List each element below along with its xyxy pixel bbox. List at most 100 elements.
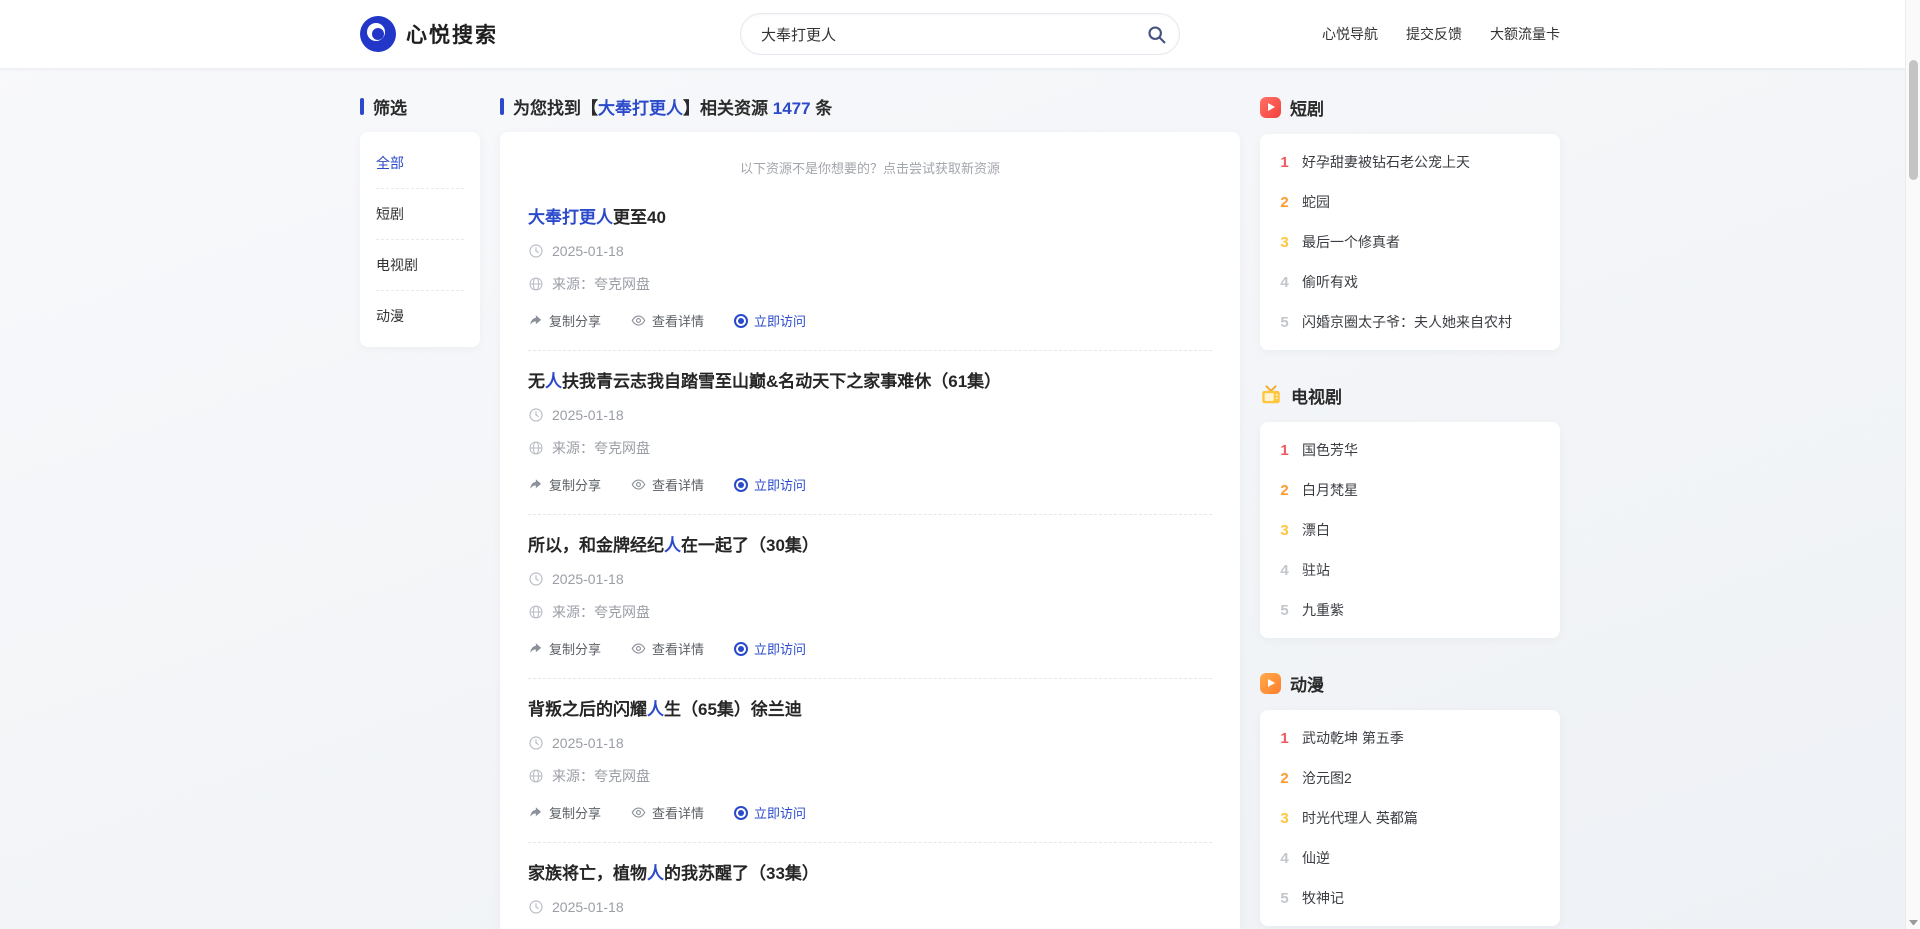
rank-item[interactable]: 1国色芳华 [1278, 430, 1542, 470]
rank-item[interactable]: 1武动乾坤 第五季 [1278, 718, 1542, 758]
result-item: 所以，和金牌经纪人在一起了（30集） 2025-01-18 来源：夸克网盘 复制… [528, 515, 1212, 679]
result-actions: 复制分享 查看详情 立即访问 [528, 311, 1212, 330]
summary-keyword: 大奉打更人 [598, 99, 683, 118]
results-column: 为您找到【大奉打更人】相关资源 1477 条 以下资源不是你想要的？点击尝试获取… [500, 94, 1240, 929]
rank-section-header: 动漫 [1260, 670, 1560, 696]
visit-now-button[interactable]: 立即访问 [734, 311, 806, 330]
result-title[interactable]: 大奉打更人更至40 [528, 203, 1212, 228]
share-icon [528, 641, 543, 656]
rank-item[interactable]: 5牧神记 [1278, 878, 1542, 918]
search-button[interactable] [1139, 17, 1173, 51]
view-detail-button[interactable]: 查看详情 [631, 311, 704, 330]
short-drama-play-icon [1260, 97, 1281, 118]
result-title[interactable]: 家族将亡，植物人的我苏醒了（33集） [528, 859, 1212, 884]
visit-now-button[interactable]: 立即访问 [734, 803, 806, 822]
rank-section-short-drama: 短剧 1好孕甜妻被钻石老公宠上天 2蛇园 3最后一个修真者 4偷听有戏 5闪婚京… [1260, 94, 1560, 350]
share-icon [528, 477, 543, 492]
rank-item[interactable]: 1好孕甜妻被钻石老公宠上天 [1278, 142, 1542, 182]
header: 心悦搜索 心悦导航 提交反馈 大额流量卡 [0, 0, 1920, 68]
title-keyword: 人 [647, 700, 664, 719]
visit-now-button[interactable]: 立即访问 [734, 639, 806, 658]
copy-share-button[interactable]: 复制分享 [528, 803, 601, 822]
search-box [740, 13, 1180, 55]
refresh-notice[interactable]: 以下资源不是你想要的？点击尝试获取新资源 [528, 154, 1212, 187]
filter-item-all[interactable]: 全部 [376, 138, 464, 189]
rank-item[interactable]: 2白月梵星 [1278, 470, 1542, 510]
filter-item-tv-series[interactable]: 电视剧 [376, 240, 464, 291]
visit-target-icon [734, 314, 748, 328]
eye-icon [631, 477, 646, 492]
accent-bar [360, 98, 364, 115]
view-detail-button[interactable]: 查看详情 [631, 639, 704, 658]
rank-item[interactable]: 5闪婚京圈太子爷：夫人她来自农村 [1278, 302, 1542, 342]
share-icon [528, 313, 543, 328]
filter-card: 全部 短剧 电视剧 动漫 [360, 132, 480, 347]
rank-section-header: 电视剧 [1260, 382, 1560, 408]
globe-icon [528, 440, 544, 456]
result-title[interactable]: 无人扶我青云志我自踏雪至山巅&名动天下之家事难休（61集） [528, 367, 1212, 392]
copy-share-button[interactable]: 复制分享 [528, 475, 601, 494]
title-keyword: 人 [545, 372, 562, 391]
search-input[interactable] [761, 26, 1139, 43]
visit-now-button[interactable]: 立即访问 [734, 475, 806, 494]
rank-item[interactable]: 3漂白 [1278, 510, 1542, 550]
brand-logo-icon [360, 16, 396, 52]
rank-item[interactable]: 3时光代理人 英都篇 [1278, 798, 1542, 838]
visit-target-icon [734, 806, 748, 820]
clock-icon [528, 407, 544, 423]
result-source: 来源：夸克网盘 [528, 602, 1212, 622]
view-detail-button[interactable]: 查看详情 [631, 475, 704, 494]
result-source: 来源：夸克网盘 [528, 438, 1212, 458]
rank-item[interactable]: 2蛇园 [1278, 182, 1542, 222]
filter-item-anime[interactable]: 动漫 [376, 291, 464, 341]
clock-icon [528, 243, 544, 259]
accent-bar [500, 98, 504, 115]
filter-column: 筛选 全部 短剧 电视剧 动漫 [360, 94, 480, 347]
eye-icon [631, 313, 646, 328]
rank-section-anime: 动漫 1武动乾坤 第五季 2沧元图2 3时光代理人 英都篇 4仙逆 5牧神记 [1260, 670, 1560, 926]
result-date: 2025-01-18 [528, 407, 1212, 423]
anime-play-icon [1260, 673, 1281, 694]
search-icon [1146, 24, 1167, 45]
view-detail-button[interactable]: 查看详情 [631, 803, 704, 822]
result-title[interactable]: 背叛之后的闪耀人生（65集）徐兰迪 [528, 695, 1212, 720]
rank-section-header: 短剧 [1260, 94, 1560, 120]
result-actions: 复制分享 查看详情 立即访问 [528, 475, 1212, 494]
result-actions: 复制分享 查看详情 立即访问 [528, 803, 1212, 822]
results-card: 以下资源不是你想要的？点击尝试获取新资源 大奉打更人更至40 2025-01-1… [500, 132, 1240, 929]
clock-icon [528, 571, 544, 587]
share-icon [528, 805, 543, 820]
scrollbar[interactable] [1905, 0, 1920, 929]
summary-count: 1477 [773, 99, 811, 118]
result-source: 来源：夸克网盘 [528, 766, 1212, 786]
copy-share-button[interactable]: 复制分享 [528, 639, 601, 658]
result-date: 2025-01-18 [528, 899, 1212, 915]
globe-icon [528, 276, 544, 292]
rank-item[interactable]: 4偷听有戏 [1278, 262, 1542, 302]
rank-item[interactable]: 2沧元图2 [1278, 758, 1542, 798]
globe-icon [528, 604, 544, 620]
filter-title: 筛选 [360, 94, 480, 118]
result-item: 背叛之后的闪耀人生（65集）徐兰迪 2025-01-18 来源：夸克网盘 复制分… [528, 679, 1212, 843]
nav-link-xinyue-nav[interactable]: 心悦导航 [1322, 24, 1378, 44]
copy-share-button[interactable]: 复制分享 [528, 311, 601, 330]
rank-item[interactable]: 5九重紫 [1278, 590, 1542, 630]
title-keyword: 人 [647, 864, 664, 883]
result-item: 无人扶我青云志我自踏雪至山巅&名动天下之家事难休（61集） 2025-01-18… [528, 351, 1212, 515]
rank-item[interactable]: 4驻站 [1278, 550, 1542, 590]
scrollbar-thumb[interactable] [1909, 60, 1918, 180]
filter-item-short-drama[interactable]: 短剧 [376, 189, 464, 240]
title-keyword: 人 [664, 536, 681, 555]
top-nav: 心悦导航 提交反馈 大额流量卡 [1300, 24, 1560, 44]
rank-item[interactable]: 4仙逆 [1278, 838, 1542, 878]
nav-link-feedback[interactable]: 提交反馈 [1406, 24, 1462, 44]
nav-link-data-card[interactable]: 大额流量卡 [1490, 24, 1560, 44]
brand[interactable]: 心悦搜索 [360, 16, 620, 52]
result-title[interactable]: 所以，和金牌经纪人在一起了（30集） [528, 531, 1212, 556]
rank-item[interactable]: 3最后一个修真者 [1278, 222, 1542, 262]
results-summary: 为您找到【大奉打更人】相关资源 1477 条 [500, 94, 1240, 118]
rankings-column: 短剧 1好孕甜妻被钻石老公宠上天 2蛇园 3最后一个修真者 4偷听有戏 5闪婚京… [1260, 94, 1560, 929]
result-item: 大奉打更人更至40 2025-01-18 来源：夸克网盘 复制分享 查看详情 立… [528, 187, 1212, 351]
scrollbar-down-arrow-icon[interactable] [1909, 918, 1918, 927]
result-source: 来源：夸克网盘 [528, 274, 1212, 294]
